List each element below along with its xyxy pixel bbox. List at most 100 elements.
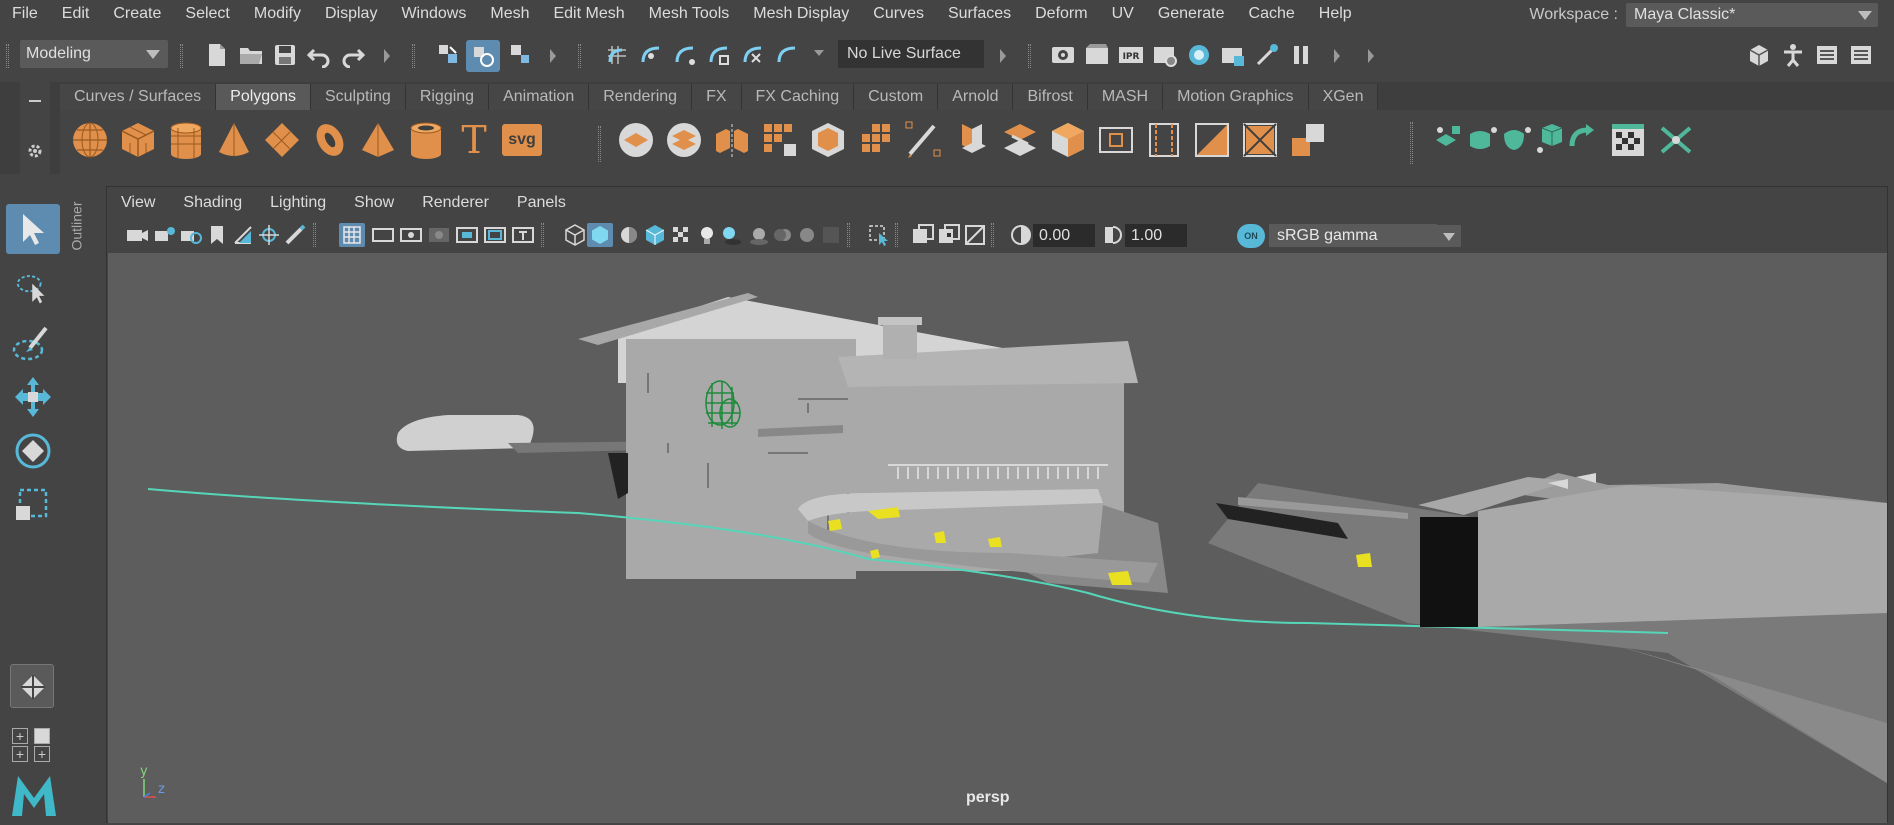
menu-windows[interactable]: Windows bbox=[389, 0, 478, 28]
panel-menu-shading[interactable]: Shading bbox=[169, 194, 256, 212]
snap-to-view-plane-icon[interactable] bbox=[706, 42, 732, 68]
target-weld-icon[interactable] bbox=[1192, 120, 1232, 160]
plus-icon[interactable]: + bbox=[12, 728, 28, 744]
svg-icon[interactable]: svg bbox=[502, 124, 542, 156]
modeling-toolkit-icon[interactable] bbox=[1746, 42, 1772, 68]
collapse-arrow-icon[interactable] bbox=[384, 49, 390, 63]
poly-sphere-icon[interactable] bbox=[70, 120, 110, 160]
camera-settings-icon[interactable] bbox=[179, 223, 203, 247]
uv-cut-sew-icon[interactable] bbox=[1656, 120, 1696, 160]
uv-unfold-icon[interactable] bbox=[1566, 120, 1606, 160]
textured-icon[interactable] bbox=[669, 223, 693, 247]
screen-space-ao-icon[interactable] bbox=[747, 223, 771, 247]
live-surface-field[interactable]: No Live Surface bbox=[838, 40, 984, 68]
poly-cone-icon[interactable] bbox=[214, 120, 254, 160]
bookmark-icon[interactable] bbox=[205, 223, 229, 247]
motion-blur-icon[interactable] bbox=[771, 223, 795, 247]
plus-icon[interactable]: + bbox=[34, 746, 50, 762]
panel-menu-show[interactable]: Show bbox=[340, 194, 408, 212]
menu-create[interactable]: Create bbox=[101, 0, 173, 28]
smooth-icon[interactable] bbox=[760, 120, 800, 160]
render-sequence-icon[interactable] bbox=[1220, 42, 1246, 68]
render-view-icon[interactable] bbox=[1050, 42, 1076, 68]
film-gate-icon[interactable] bbox=[371, 223, 395, 247]
tab-polygons[interactable]: Polygons bbox=[216, 84, 311, 110]
use-all-lights-icon[interactable] bbox=[695, 223, 719, 247]
poly-cylinder-icon[interactable] bbox=[166, 120, 206, 160]
menu-modify[interactable]: Modify bbox=[242, 0, 313, 28]
wireframe-icon[interactable] bbox=[563, 223, 587, 247]
safe-title-icon[interactable] bbox=[511, 223, 535, 247]
collapse-arrow-icon[interactable] bbox=[1000, 49, 1006, 63]
select-components-icon[interactable] bbox=[508, 42, 534, 68]
tab-sculpting[interactable]: Sculpting bbox=[310, 84, 406, 110]
extrude-icon[interactable] bbox=[952, 120, 992, 160]
safe-action-icon[interactable] bbox=[483, 223, 507, 247]
tab-rendering[interactable]: Rendering bbox=[589, 84, 693, 110]
menu-file[interactable]: File bbox=[0, 0, 50, 28]
pause-icon[interactable] bbox=[1288, 42, 1314, 68]
menu-mesh[interactable]: Mesh bbox=[478, 0, 541, 28]
menu-mesh-display[interactable]: Mesh Display bbox=[741, 0, 861, 28]
image-plane-icon[interactable] bbox=[231, 223, 255, 247]
tab-mash[interactable]: MASH bbox=[1087, 84, 1164, 110]
snap-to-grid-icon[interactable] bbox=[604, 42, 630, 68]
light-editor-icon[interactable] bbox=[1254, 42, 1280, 68]
snap-to-point-icon[interactable] bbox=[672, 42, 698, 68]
collapse-arrow-icon[interactable] bbox=[1334, 49, 1340, 63]
3d-viewport[interactable]: y z persp bbox=[108, 253, 1887, 823]
gamma-field[interactable]: 1.00 bbox=[1125, 224, 1187, 247]
gear-icon[interactable] bbox=[26, 142, 44, 160]
resolution-gate-icon[interactable] bbox=[399, 223, 423, 247]
2d-pan-zoom-icon[interactable] bbox=[257, 223, 281, 247]
collapse-icon[interactable] bbox=[1288, 120, 1328, 160]
new-scene-icon[interactable] bbox=[204, 42, 230, 68]
panel-menu-renderer[interactable]: Renderer bbox=[408, 194, 503, 212]
camera-icon[interactable] bbox=[125, 223, 149, 247]
menu-edit[interactable]: Edit bbox=[50, 0, 102, 28]
depth-of-field-icon[interactable] bbox=[819, 223, 843, 247]
select-tool-button[interactable] bbox=[6, 204, 60, 254]
insert-edge-loop-icon[interactable] bbox=[1096, 120, 1136, 160]
chevron-down-icon[interactable] bbox=[814, 50, 824, 56]
poly-type-icon[interactable]: T bbox=[454, 120, 494, 160]
mirror-icon[interactable] bbox=[712, 120, 752, 160]
camera-attributes-icon[interactable] bbox=[153, 223, 177, 247]
use-default-material-icon[interactable] bbox=[617, 223, 641, 247]
tool-settings-icon[interactable] bbox=[1848, 42, 1874, 68]
render-frame-icon[interactable] bbox=[1084, 42, 1110, 68]
save-scene-icon[interactable] bbox=[272, 42, 298, 68]
collapse-arrow-icon[interactable] bbox=[550, 49, 556, 63]
tab-fx[interactable]: FX bbox=[692, 84, 742, 110]
menu-surfaces[interactable]: Surfaces bbox=[936, 0, 1023, 28]
redo-icon[interactable] bbox=[340, 42, 366, 68]
menu-help[interactable]: Help bbox=[1307, 0, 1364, 28]
exposure-icon[interactable] bbox=[1009, 223, 1033, 247]
panel-menu-lighting[interactable]: Lighting bbox=[256, 194, 340, 212]
reduce-icon[interactable] bbox=[808, 120, 848, 160]
undo-icon[interactable] bbox=[306, 42, 332, 68]
render-settings-icon[interactable] bbox=[1152, 42, 1178, 68]
snap-to-curve-icon[interactable] bbox=[638, 42, 664, 68]
gamma-icon[interactable] bbox=[1101, 223, 1125, 247]
shadows-icon[interactable] bbox=[719, 223, 743, 247]
move-tool-icon[interactable] bbox=[6, 372, 60, 422]
menu-deform[interactable]: Deform bbox=[1023, 0, 1099, 28]
character-controls-icon[interactable] bbox=[1780, 42, 1806, 68]
tab-fx-caching[interactable]: FX Caching bbox=[741, 84, 855, 110]
field-chart-icon[interactable] bbox=[455, 223, 479, 247]
multi-cut-icon[interactable] bbox=[1144, 120, 1184, 160]
tab-bifrost[interactable]: Bifrost bbox=[1013, 84, 1088, 110]
view-transform-dropdown[interactable]: sRGB gamma bbox=[1269, 224, 1461, 247]
menu-display[interactable]: Display bbox=[313, 0, 389, 28]
remesh-icon[interactable] bbox=[856, 120, 896, 160]
plus-icon[interactable]: + bbox=[12, 746, 28, 762]
menu-cache[interactable]: Cache bbox=[1237, 0, 1307, 28]
ipr-render-icon[interactable]: IPR bbox=[1118, 42, 1144, 68]
isolate-select-icon[interactable] bbox=[867, 223, 891, 247]
collapse-arrow-icon[interactable] bbox=[1368, 49, 1374, 63]
single-perspective-view-button[interactable] bbox=[10, 664, 54, 708]
anti-aliasing-icon[interactable] bbox=[795, 223, 819, 247]
gate-mask-icon[interactable] bbox=[427, 223, 451, 247]
tab-curves-surfaces[interactable]: Curves / Surfaces bbox=[60, 84, 217, 110]
